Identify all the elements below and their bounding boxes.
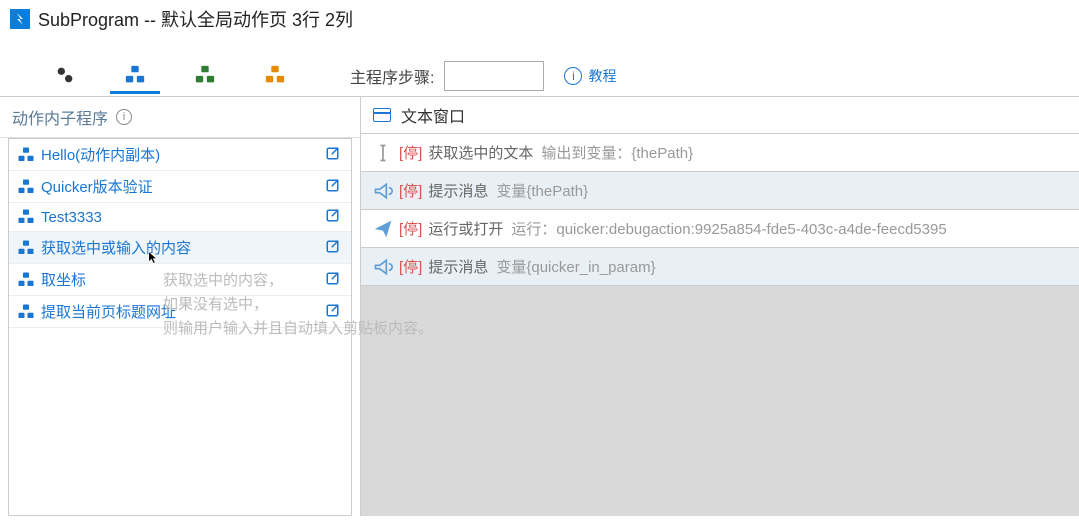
list-item-label: 获取选中或输入的内容 [41,237,325,258]
open-external-icon[interactable] [325,239,343,257]
list-item[interactable]: 获取选中或输入的内容 [9,232,351,264]
tutorial-link[interactable]: i 教程 [564,66,616,86]
step-area: 主程序步骤: [350,61,544,91]
tab-subprograms-orange[interactable] [250,58,300,94]
title-text: SubProgram -- 默认全局动作页 3行 2列 [38,6,353,32]
cubes-icon [17,271,35,289]
step-input[interactable] [444,61,544,91]
list-item-label: Hello(动作内副本) [41,144,325,165]
left-header-label: 动作内子程序 [12,105,108,129]
subprogram-list: Hello(动作内副本) Quicker版本验证 Test3333 获取选中或输… [8,138,352,516]
list-item[interactable]: 提取当前页标题网址 [9,296,351,328]
left-panel: 动作内子程序 i Hello(动作内副本) Quicker版本验证 Test33… [0,96,360,516]
right-header: 文本窗口 [361,97,1079,134]
step-desc: 运行：quicker:debugaction:9925a854-fde5-403… [511,218,946,239]
right-header-label: 文本窗口 [401,103,465,127]
list-item[interactable]: Quicker版本验证 [9,171,351,203]
window-icon [373,108,391,122]
right-panel: 文本窗口 [停] 获取选中的文本 输出到变量：{thePath} [停] 提示消… [360,96,1079,516]
list-item[interactable]: Test3333 [9,203,351,232]
list-item-label: Test3333 [41,209,325,226]
step-row[interactable]: [停] 提示消息 变量{quicker_in_param} [361,248,1079,286]
info-icon[interactable]: i [116,109,132,125]
list-item-label: 取坐标 [41,269,325,290]
open-external-icon[interactable] [325,208,343,226]
list-item-label: 提取当前页标题网址 [41,301,325,322]
cubes-icon [17,303,35,321]
cubes-icon [17,208,35,226]
megaphone-icon [373,257,393,277]
step-title: 提示消息 [428,180,488,201]
stop-tag: [停] [399,218,422,239]
tutorial-label: 教程 [588,66,616,86]
step-desc: 输出到变量：{thePath} [541,142,693,163]
top-bar: 主程序步骤: i 教程 [0,58,1079,94]
cubes-icon [17,178,35,196]
step-desc: 变量{quicker_in_param} [496,256,655,277]
step-title: 获取选中的文本 [428,142,533,163]
empty-area [361,286,1079,516]
step-label: 主程序步骤: [350,64,434,88]
tab-settings[interactable] [40,58,90,94]
cubes-icon [17,239,35,257]
paper-plane-icon [373,219,393,239]
open-external-icon[interactable] [325,303,343,321]
stop-tag: [停] [399,180,422,201]
list-item[interactable]: Hello(动作内副本) [9,139,351,171]
open-external-icon[interactable] [325,178,343,196]
stop-tag: [停] [399,256,422,277]
text-cursor-icon [373,143,393,163]
stop-tag: [停] [399,142,422,163]
info-icon: i [564,67,582,85]
title-bar: SubProgram -- 默认全局动作页 3行 2列 [0,0,1079,38]
step-row[interactable]: [停] 运行或打开 运行：quicker:debugaction:9925a85… [361,210,1079,248]
step-row[interactable]: [停] 获取选中的文本 输出到变量：{thePath} [361,134,1079,172]
open-external-icon[interactable] [325,146,343,164]
cubes-icon [17,146,35,164]
content: 动作内子程序 i Hello(动作内副本) Quicker版本验证 Test33… [0,96,1079,516]
tab-subprograms-blue[interactable] [110,58,160,94]
left-header: 动作内子程序 i [0,97,360,138]
tab-subprograms-green[interactable] [180,58,230,94]
step-desc: 变量{thePath} [496,180,588,201]
app-icon [10,9,30,29]
open-external-icon[interactable] [325,271,343,289]
list-item-label: Quicker版本验证 [41,176,325,197]
step-row[interactable]: [停] 提示消息 变量{thePath} [361,172,1079,210]
step-title: 提示消息 [428,256,488,277]
tabs [30,58,310,94]
list-item[interactable]: 取坐标 [9,264,351,296]
megaphone-icon [373,181,393,201]
step-title: 运行或打开 [428,218,503,239]
